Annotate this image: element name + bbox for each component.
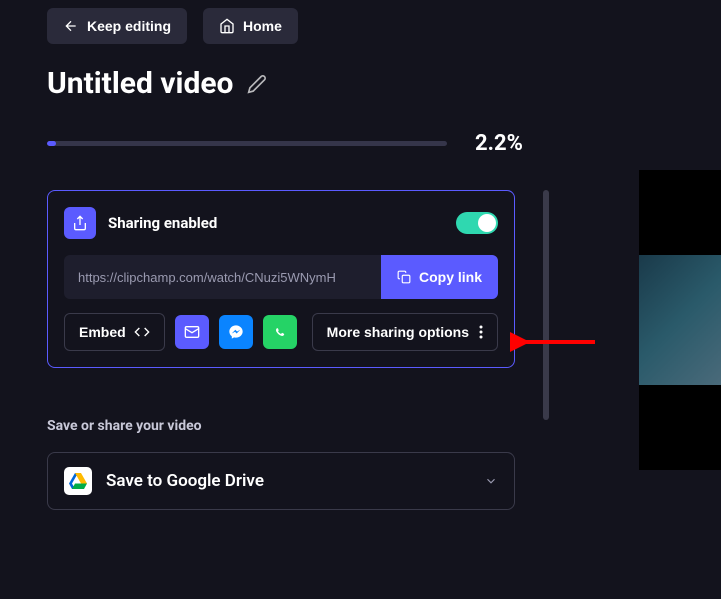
scrollbar[interactable] <box>543 190 549 420</box>
email-share-button[interactable] <box>175 315 209 349</box>
chevron-down-icon <box>484 474 498 488</box>
copy-icon <box>397 270 411 284</box>
home-icon <box>219 18 235 34</box>
more-sharing-label: More sharing options <box>327 324 469 340</box>
video-preview <box>639 170 721 470</box>
copy-link-button[interactable]: Copy link <box>381 255 498 299</box>
messenger-share-button[interactable] <box>219 315 253 349</box>
whatsapp-share-button[interactable] <box>263 315 297 349</box>
code-icon <box>134 324 150 340</box>
save-google-drive-label: Save to Google Drive <box>106 471 470 491</box>
arrow-left-icon <box>63 18 79 34</box>
home-label: Home <box>243 18 282 34</box>
whatsapp-icon <box>272 324 288 340</box>
sharing-card: Sharing enabled Copy link Embed <box>47 190 515 368</box>
more-sharing-button[interactable]: More sharing options <box>312 313 498 351</box>
messenger-icon <box>228 324 244 340</box>
mail-icon <box>184 324 200 340</box>
share-link-input[interactable] <box>64 255 381 299</box>
pencil-icon[interactable] <box>247 74 267 94</box>
progress-percent: 2.2% <box>475 131 523 156</box>
toggle-knob <box>478 214 496 232</box>
home-button[interactable]: Home <box>203 8 298 44</box>
google-drive-icon <box>64 467 92 495</box>
keep-editing-button[interactable]: Keep editing <box>47 8 187 44</box>
progress-bar <box>47 141 447 146</box>
save-google-drive-button[interactable]: Save to Google Drive <box>47 452 515 510</box>
embed-label: Embed <box>79 324 126 340</box>
dots-vertical-icon <box>479 325 483 339</box>
share-icon <box>64 207 96 239</box>
keep-editing-label: Keep editing <box>87 18 171 34</box>
save-heading: Save or share your video <box>47 418 721 434</box>
progress-fill <box>47 141 56 146</box>
sharing-title: Sharing enabled <box>108 214 444 232</box>
video-frame <box>639 255 721 385</box>
sharing-toggle[interactable] <box>456 212 498 234</box>
copy-link-label: Copy link <box>419 269 482 285</box>
page-title: Untitled video <box>47 66 233 101</box>
embed-button[interactable]: Embed <box>64 313 165 351</box>
